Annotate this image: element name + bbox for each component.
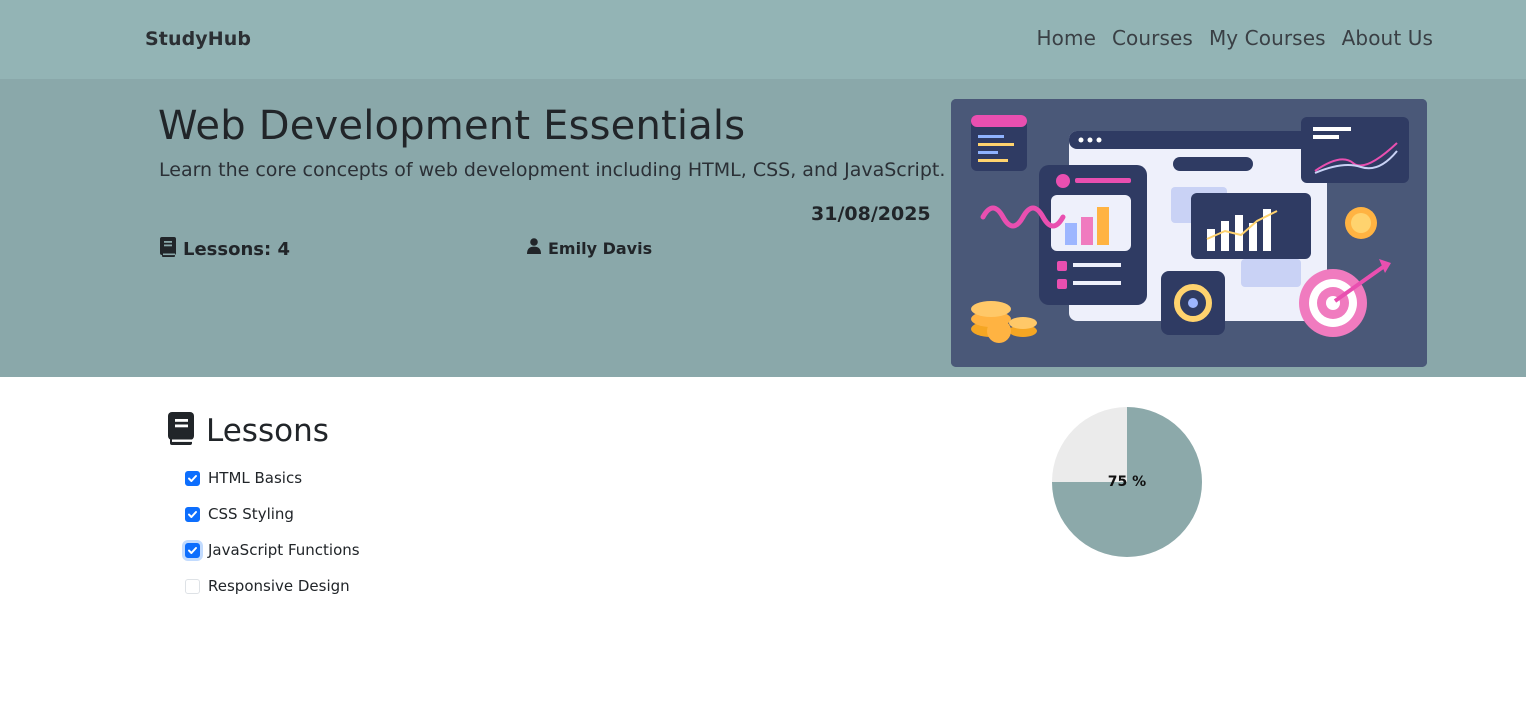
lesson-checkbox[interactable] [185, 578, 200, 594]
lesson-checkbox[interactable] [185, 470, 200, 486]
nav-link-courses[interactable]: Courses [1112, 26, 1193, 50]
course-author: Emily Davis [527, 238, 652, 258]
brand-logo[interactable]: StudyHub [145, 28, 251, 50]
author-name: Emily Davis [548, 238, 653, 258]
lesson-checkbox[interactable] [185, 506, 200, 522]
lesson-checkbox[interactable] [185, 542, 200, 558]
lesson-label: Responsive Design [208, 577, 350, 595]
nav-link-home[interactable]: Home [1037, 26, 1096, 50]
lesson-label: HTML Basics [208, 469, 303, 487]
progress-pie: 75 % [1052, 407, 1202, 557]
course-description: Learn the core concepts of web developme… [159, 159, 946, 181]
user-icon [527, 238, 541, 258]
lesson-item[interactable]: Responsive Design [185, 568, 360, 604]
lessons-heading: Lessons [166, 410, 329, 452]
course-title: Web Development Essentials [158, 103, 746, 149]
lesson-list: HTML Basics CSS Styling JavaScript Funct… [185, 460, 360, 604]
course-illustration [951, 99, 1427, 367]
book-icon [166, 410, 196, 452]
lesson-label: JavaScript Functions [208, 541, 360, 559]
lesson-label: CSS Styling [208, 505, 294, 523]
lessons-count: Lessons: 4 [159, 236, 290, 263]
nav-link-my-courses[interactable]: My Courses [1209, 26, 1326, 50]
top-navbar: StudyHub Home Courses My Courses About U… [0, 0, 1526, 79]
book-icon [159, 236, 177, 263]
lessons-heading-text: Lessons [206, 413, 329, 449]
course-hero: Web Development Essentials Learn the cor… [0, 79, 1526, 377]
course-date: 31/08/2025 [811, 203, 931, 225]
nav-links: Home Courses My Courses About Us [1037, 26, 1433, 50]
lesson-item[interactable]: HTML Basics [185, 460, 360, 496]
lesson-item[interactable]: JavaScript Functions [185, 532, 360, 568]
nav-link-about-us[interactable]: About Us [1342, 26, 1433, 50]
progress-percent-label: 75 % [1107, 474, 1147, 490]
lesson-item[interactable]: CSS Styling [185, 496, 360, 532]
lessons-count-label: Lessons: 4 [183, 239, 290, 260]
